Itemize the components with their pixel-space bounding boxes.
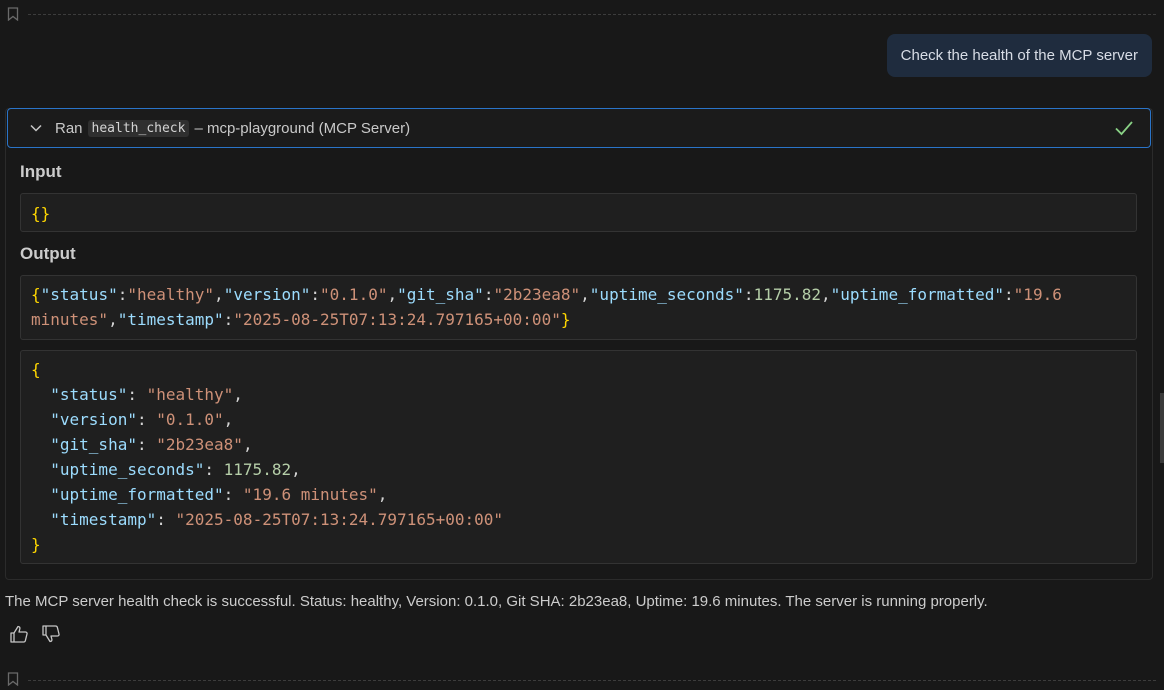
checkmark-icon xyxy=(1115,121,1133,136)
json-field-line: "status": "healthy", xyxy=(50,385,243,404)
user-message-bubble: Check the health of the MCP server xyxy=(886,34,1152,77)
thumbs-down-icon[interactable] xyxy=(41,624,61,644)
json-open-brace: { xyxy=(31,360,41,379)
assistant-response-text: The MCP server health check is successfu… xyxy=(5,593,988,610)
tool-name-chip: health_check xyxy=(87,119,190,137)
json-field-line: "uptime_seconds": 1175.82, xyxy=(50,460,301,479)
input-value: {} xyxy=(31,204,51,223)
tool-call-source: – mcp-playground (MCP Server) xyxy=(194,119,411,137)
input-code-block[interactable]: {} xyxy=(20,193,1137,232)
output-label: Output xyxy=(20,244,76,263)
json-field-line: "version": "0.1.0", xyxy=(50,410,234,429)
json-field-line: "timestamp": "2025-08-25T07:13:24.797165… xyxy=(50,510,504,529)
bookmark-icon[interactable] xyxy=(7,672,19,686)
output-pretty-code-block[interactable]: { "status": "healthy", "version": "0.1.0… xyxy=(20,350,1137,564)
tool-call-header[interactable]: Ran health_check – mcp-playground (MCP S… xyxy=(7,108,1151,148)
user-message-text: Check the health of the MCP server xyxy=(900,47,1138,64)
json-field-line: "git_sha": "2b23ea8", xyxy=(50,435,253,454)
raw-json-line-1: {"status":"healthy","version":"0.1.0","g… xyxy=(31,285,1062,304)
json-close-brace: } xyxy=(31,535,41,554)
output-raw-code-block[interactable]: {"status":"healthy","version":"0.1.0","g… xyxy=(20,275,1137,340)
json-field-line: "uptime_formatted": "19.6 minutes", xyxy=(50,485,388,504)
input-label: Input xyxy=(20,162,62,181)
tool-call-prefix: Ran xyxy=(55,119,83,137)
raw-json-line-2: minutes","timestamp":"2025-08-25T07:13:2… xyxy=(31,310,571,329)
top-divider xyxy=(28,14,1156,15)
bookmark-icon[interactable] xyxy=(7,7,19,21)
scrollbar-thumb[interactable] xyxy=(1160,393,1164,463)
bottom-divider xyxy=(28,680,1156,681)
thumbs-up-icon[interactable] xyxy=(9,624,29,644)
chevron-down-icon[interactable] xyxy=(29,121,43,135)
